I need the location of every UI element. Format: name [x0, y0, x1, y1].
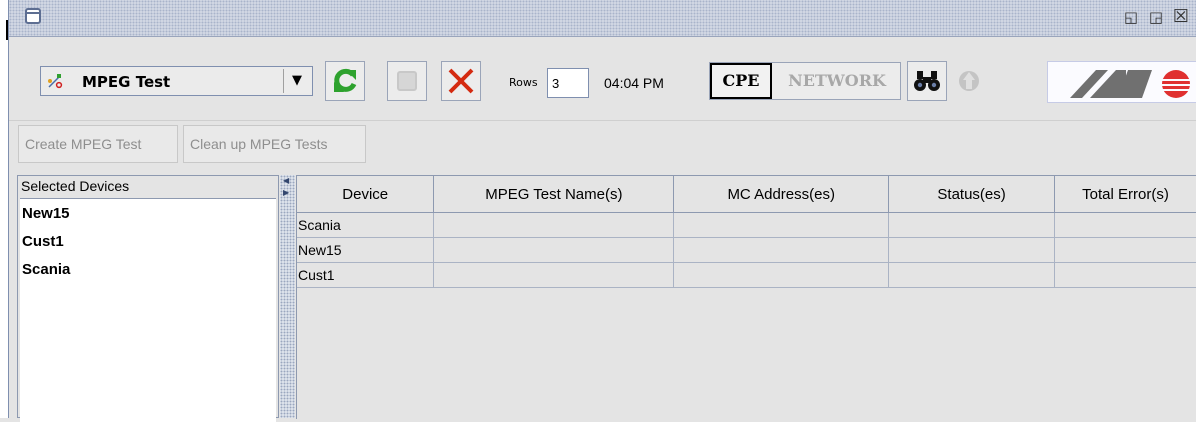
- column-header-mc-address[interactable]: MC Address(es): [673, 176, 890, 213]
- refresh-icon: [334, 68, 357, 92]
- window-menu-icon[interactable]: [25, 8, 41, 24]
- delete-icon: [448, 68, 474, 94]
- create-test-button[interactable]: Create MPEG Test: [18, 125, 178, 163]
- refresh-button[interactable]: [325, 61, 365, 101]
- table-cell[interactable]: [673, 262, 890, 288]
- cpe-toggle-button[interactable]: CPE: [710, 63, 772, 99]
- device-list: New15 Cust1 Scania: [20, 198, 276, 422]
- find-button[interactable]: [907, 61, 947, 101]
- column-header-device[interactable]: Device: [297, 176, 435, 213]
- window-frame: [0, 0, 8, 418]
- device-list-item[interactable]: New15: [22, 205, 70, 222]
- device-list-item[interactable]: Cust1: [22, 233, 64, 250]
- network-toggle-button[interactable]: NETWORK: [774, 63, 900, 99]
- window-border-handle: [6, 20, 8, 40]
- table-cell[interactable]: [673, 212, 890, 238]
- cleanup-tests-button[interactable]: Clean up MPEG Tests: [183, 125, 366, 163]
- table-header-row: Device MPEG Test Name(s) MC Address(es) …: [297, 176, 1196, 213]
- table-cell[interactable]: Cust1: [297, 262, 435, 288]
- transfer-icon: [959, 71, 979, 91]
- rows-label: Rows: [509, 76, 538, 89]
- test-type-value: MPEG Test: [82, 73, 171, 91]
- network-test-icon: [48, 74, 63, 89]
- table-cell[interactable]: [1054, 212, 1196, 238]
- table-cell[interactable]: [433, 237, 675, 263]
- time-display: 04:04 PM: [604, 75, 664, 91]
- expand-right-icon[interactable]: ▶: [283, 189, 289, 197]
- table-cell[interactable]: [888, 212, 1056, 238]
- table-cell[interactable]: [433, 212, 675, 238]
- collapse-left-icon[interactable]: ◀: [283, 177, 289, 185]
- toolbar-separator: [9, 120, 1196, 121]
- table-cell[interactable]: [433, 262, 675, 288]
- table-cell[interactable]: [1054, 237, 1196, 263]
- rows-input[interactable]: 3: [547, 68, 589, 98]
- column-header-test-name[interactable]: MPEG Test Name(s): [433, 176, 675, 213]
- title-bar[interactable]: ◱ ◲ ☒: [9, 0, 1196, 37]
- table-cell[interactable]: [673, 237, 890, 263]
- cancel-button[interactable]: [441, 61, 481, 101]
- binoculars-icon: [914, 71, 940, 91]
- table-row[interactable]: New15: [297, 237, 1196, 263]
- table-cell[interactable]: Scania: [297, 212, 435, 238]
- stop-icon: [397, 71, 417, 91]
- stop-button[interactable]: [387, 61, 427, 101]
- table-cell[interactable]: [1054, 262, 1196, 288]
- table-row[interactable]: Scania: [297, 212, 1196, 238]
- maximize-icon[interactable]: ◲: [1146, 6, 1166, 28]
- selected-devices-header: Selected Devices: [21, 178, 130, 194]
- device-list-item[interactable]: Scania: [22, 261, 70, 278]
- restore-icon[interactable]: ◱: [1121, 6, 1141, 28]
- view-toggle: CPE NETWORK: [709, 62, 901, 100]
- close-icon[interactable]: ☒: [1171, 6, 1191, 28]
- table-row[interactable]: Cust1: [297, 262, 1196, 288]
- test-type-select[interactable]: MPEG Test ▼: [40, 66, 313, 96]
- table-cell[interactable]: [888, 237, 1056, 263]
- selected-devices-panel: Selected Devices New15 Cust1 Scania: [17, 175, 279, 422]
- column-header-total-errors[interactable]: Total Error(s): [1054, 176, 1196, 213]
- table-cell[interactable]: New15: [297, 237, 435, 263]
- brand-logo: [1047, 61, 1196, 103]
- table-cell[interactable]: [888, 262, 1056, 288]
- company-logo-icon: [1070, 70, 1192, 98]
- toolbar: MPEG Test ▼ Rows 3 04:04 PM CPE NETWORK: [9, 40, 1196, 120]
- transfer-button[interactable]: [949, 61, 989, 101]
- column-header-status[interactable]: Status(es): [888, 176, 1056, 213]
- mpeg-test-table: Device MPEG Test Name(s) MC Address(es) …: [296, 175, 1196, 419]
- split-pane-divider[interactable]: ◀ ▶: [280, 175, 295, 418]
- chevron-down-icon[interactable]: ▼: [283, 69, 310, 93]
